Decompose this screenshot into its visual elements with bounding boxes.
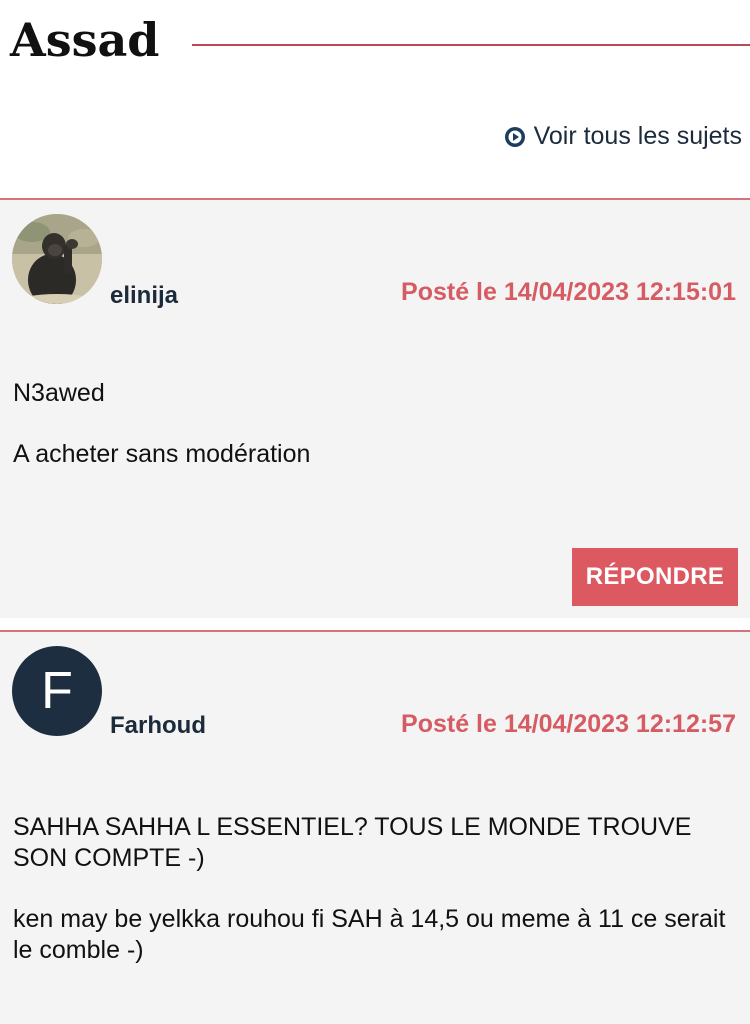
post-paragraph: SAHHA SAHHA L ESSENTIEL? TOUS LE MONDE T… [13,813,692,872]
reply-button[interactable]: RÉPONDRE [572,548,738,606]
post-body: N3awed A acheter sans modération [13,378,730,500]
play-circle-icon [504,126,526,148]
title-divider [192,44,750,46]
post-paragraph: ken may be yelkka rouhou fi SAH à 14,5 o… [13,905,726,964]
post: F Farhoud Posté le 14/04/2023 12:12:57 S… [0,630,750,1024]
see-all-topics-link[interactable]: Voir tous les sujets [504,122,742,151]
post-paragraph: N3awed [13,379,105,407]
post-body: SAHHA SAHHA L ESSENTIEL? TOUS LE MONDE T… [13,812,730,996]
avatar[interactable]: F [12,646,102,736]
page-header: Assad Voir tous les sujets [0,0,750,200]
see-all-topics-label[interactable]: Voir tous les sujets [534,122,742,151]
post-date: Posté le 14/04/2023 12:15:01 [401,278,736,306]
avatar[interactable] [12,214,102,304]
page-title: Assad [10,13,160,67]
post-date: Posté le 14/04/2023 12:12:57 [401,710,736,738]
post-paragraph: A acheter sans modération [13,440,311,468]
author-name[interactable]: elinija [110,282,178,310]
author-name[interactable]: Farhoud [110,712,206,740]
post: elinija Posté le 14/04/2023 12:15:01 N3a… [0,198,750,618]
